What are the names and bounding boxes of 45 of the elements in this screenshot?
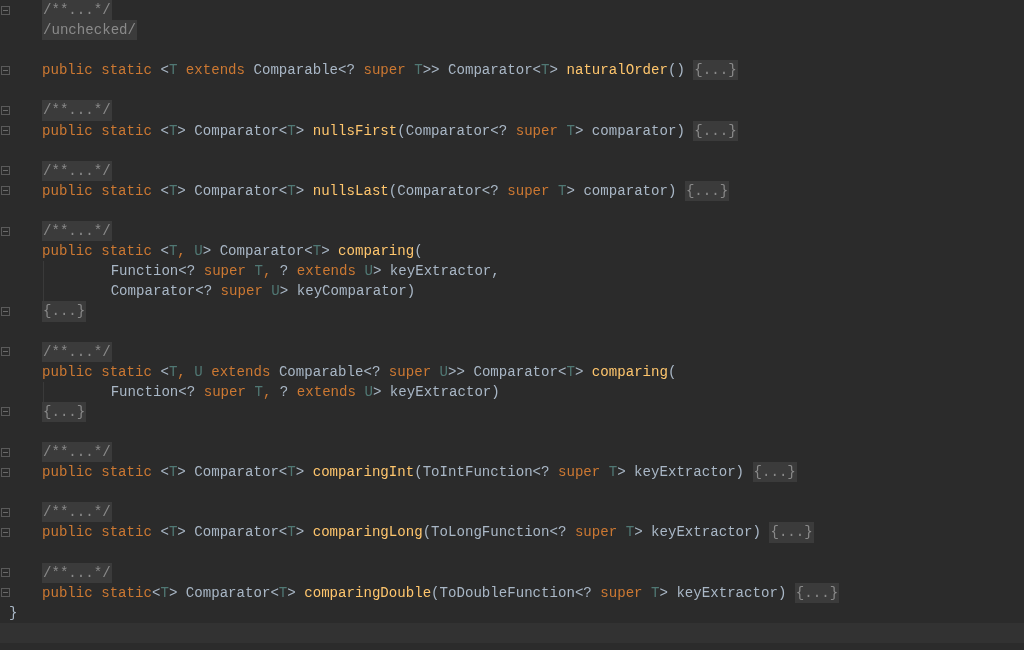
fold-icon[interactable] [1, 126, 10, 136]
fold-icon[interactable] [1, 306, 10, 316]
code-text: Function<? super T, ? extends U> keyExtractor, [110, 262, 500, 282]
folded-code[interactable]: /**...*/ [42, 100, 112, 121]
fold-icon[interactable] [1, 186, 10, 196]
folded-code[interactable]: {...} [42, 401, 87, 422]
code-text: public static <T> Comparator<T> comparingInt(ToIntFunction<? super T> keyExtractor) [42, 463, 745, 483]
fold-icon[interactable] [1, 65, 10, 75]
folded-code[interactable]: {...} [794, 582, 840, 603]
folded-code[interactable]: {...} [693, 120, 738, 141]
code-text: public static <T> Comparator<T> nullsLast(Comparator<? super T> comparator) [42, 181, 677, 201]
folded-code[interactable]: /unchecked/ [42, 20, 138, 41]
fold-icon[interactable] [1, 226, 10, 236]
code-text: Function<? super T, ? extends U> keyExtractor) [110, 382, 500, 402]
code-text: Comparator<? super U> keyComparator) [110, 282, 416, 302]
code-text: public static <T, U extends Comparable<? super U>> Comparator<T> comparing( [42, 362, 677, 382]
folded-code[interactable]: /**...*/ [42, 562, 112, 583]
fold-icon[interactable] [1, 467, 10, 477]
folded-code[interactable]: {...} [684, 180, 730, 201]
folded-code[interactable]: /**...*/ [42, 221, 112, 242]
code-text: public static<T> Comparator<T> comparingDouble(ToDoubleFunction<? super T> keyExtractor) [42, 583, 787, 603]
fold-icon[interactable] [1, 407, 10, 417]
folded-code[interactable]: /**...*/ [42, 341, 112, 362]
fold-icon[interactable] [1, 106, 10, 115]
folded-code[interactable]: {...} [752, 462, 797, 483]
fold-icon[interactable] [1, 447, 10, 457]
fold-icon[interactable] [1, 568, 10, 578]
fold-icon[interactable] [1, 588, 10, 598]
code-text: public static <T> Comparator<T> nullsFirst(Comparator<? super T> comparator) [42, 121, 685, 141]
fold-icon[interactable] [1, 166, 10, 176]
code-text: public static <T, U> Comparator<T> comparing( [42, 242, 423, 262]
folded-code[interactable]: /**...*/ [42, 502, 112, 523]
folded-code[interactable]: /**...*/ [42, 0, 112, 21]
fold-icon[interactable] [1, 347, 10, 357]
fold-icon[interactable] [1, 528, 10, 537]
folded-code[interactable]: /**...*/ [42, 160, 112, 181]
code-text: public static <T> Comparator<T> comparingLong(ToLongFunction<? super T> keyExtractor) [42, 523, 761, 543]
fold-icon[interactable] [1, 507, 10, 517]
folded-code[interactable]: {...} [769, 522, 814, 543]
code-text: public static <T extends Comparable<? super T>> Comparator<T> naturalOrder() [42, 61, 685, 81]
folded-code[interactable]: /**...*/ [42, 442, 112, 463]
fold-icon[interactable] [1, 5, 10, 15]
closing-brace: } [9, 603, 18, 623]
folded-code[interactable]: {...} [693, 60, 738, 81]
folded-code[interactable]: {...} [42, 301, 87, 322]
